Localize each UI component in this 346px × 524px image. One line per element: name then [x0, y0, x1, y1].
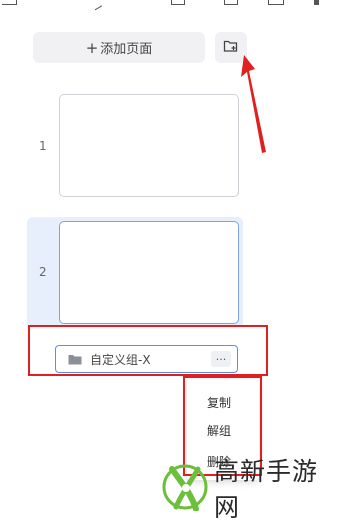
- watermark-logo: [162, 461, 208, 515]
- watermark: 高新手游网: [162, 457, 342, 522]
- annotation-arrow: [241, 55, 266, 153]
- watermark-text: 高新手游网: [214, 457, 319, 522]
